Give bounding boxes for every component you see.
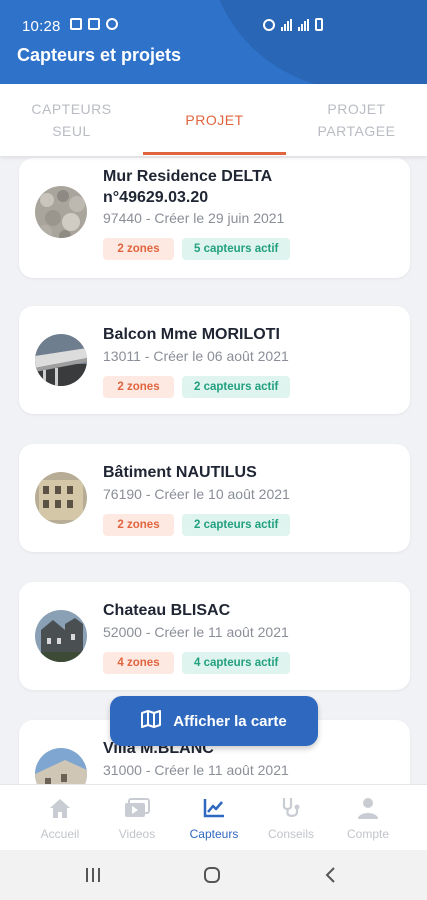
project-name-line1: Mur Residence DELTA xyxy=(103,168,273,185)
project-name: Balcon Mme MORILOTI xyxy=(103,326,280,343)
project-list[interactable]: Mur Residence DELTA n°49629.03.20 97440 … xyxy=(0,156,427,784)
sensors-badge: 2 capteurs actif xyxy=(182,514,291,536)
tab-capteurs-seul[interactable]: CAPTEURS SEUL xyxy=(0,84,143,156)
system-navigation-bar xyxy=(0,850,427,900)
battery-icon xyxy=(315,18,323,31)
show-map-label: Afficher la carte xyxy=(173,712,287,730)
project-subtitle: 76190 - Créer le 10 août 2021 xyxy=(103,486,290,502)
user-icon xyxy=(328,795,408,821)
home-button-icon[interactable] xyxy=(203,866,221,889)
zones-badge: 2 zones xyxy=(103,514,174,536)
project-card[interactable]: Chateau BLISAC 52000 - Créer le 11 août … xyxy=(19,582,410,690)
zones-badge: 4 zones xyxy=(103,652,174,674)
nav-label: Conseils xyxy=(267,827,315,841)
project-subtitle: 13011 - Créer le 06 août 2021 xyxy=(103,348,289,364)
tab-projet-partagee[interactable]: PROJET PARTAGEE xyxy=(286,84,427,156)
project-photo xyxy=(35,186,87,238)
show-map-button[interactable]: Afficher la carte xyxy=(110,696,318,746)
project-name: Chateau BLISAC xyxy=(103,602,231,619)
project-name: Bâtiment NAUTILUS xyxy=(103,464,257,481)
map-icon xyxy=(141,710,162,732)
project-subtitle: 52000 - Créer le 11 août 2021 xyxy=(103,624,289,640)
nav-label: Accueil xyxy=(40,827,80,841)
status-notification-icons xyxy=(70,18,118,30)
project-photo xyxy=(35,748,87,784)
status-bar: 10:28 xyxy=(0,0,427,35)
wifi-signal-icon xyxy=(281,18,292,31)
project-subtitle: 31000 - Créer le 11 août 2021 xyxy=(103,762,289,778)
project-name: Mur Residence DELTA n°49629.03.20 xyxy=(103,166,393,208)
nav-label: Compte xyxy=(346,827,390,841)
nav-label: Videos xyxy=(118,827,156,841)
project-photo xyxy=(35,610,87,662)
cell-signal-icon xyxy=(298,18,309,31)
home-icon xyxy=(20,795,100,821)
alarm-notification-icon xyxy=(106,18,118,30)
tab-bar: CAPTEURS SEUL PROJET PROJET PARTAGEE xyxy=(0,84,427,156)
video-icon xyxy=(97,795,177,821)
project-card[interactable]: Balcon Mme MORILOTI 13011 - Créer le 06 … xyxy=(19,306,410,414)
tab-projet[interactable]: PROJET xyxy=(143,84,286,156)
stethoscope-icon xyxy=(251,795,331,821)
project-photo xyxy=(35,472,87,524)
chart-icon xyxy=(174,795,254,821)
project-card[interactable]: Mur Residence DELTA n°49629.03.20 97440 … xyxy=(19,158,410,278)
sensors-badge: 5 capteurs actif xyxy=(182,238,291,260)
active-tab-indicator xyxy=(143,152,286,155)
page-title: Capteurs et projets xyxy=(17,45,182,65)
gallery-notification-icon xyxy=(88,18,100,30)
recent-apps-icon[interactable] xyxy=(84,867,102,888)
status-system-icons xyxy=(263,18,323,31)
sensors-badge: 2 capteurs actif xyxy=(182,376,291,398)
nav-compte[interactable]: Compte xyxy=(328,795,408,841)
back-icon[interactable] xyxy=(324,866,336,889)
project-name-line2: n°49629.03.20 xyxy=(103,189,209,206)
status-time: 10:28 xyxy=(22,18,61,35)
bottom-navigation: Accueil Videos Capteurs Conseils Compte xyxy=(0,784,427,850)
sensors-badge: 4 capteurs actif xyxy=(182,652,291,674)
nav-conseils[interactable]: Conseils xyxy=(251,795,331,841)
project-photo xyxy=(35,334,87,386)
tab-label-line1: PROJET xyxy=(327,101,386,117)
nav-accueil[interactable]: Accueil xyxy=(20,795,100,841)
tab-label-line2: PARTAGEE xyxy=(317,123,396,139)
nav-label: Capteurs xyxy=(189,827,239,841)
project-card[interactable]: Bâtiment NAUTILUS 76190 - Créer le 10 ao… xyxy=(19,444,410,552)
nav-capteurs[interactable]: Capteurs xyxy=(174,795,254,841)
tab-label-line1: CAPTEURS xyxy=(31,101,112,117)
zones-badge: 2 zones xyxy=(103,376,174,398)
project-subtitle: 97440 - Créer le 29 juin 2021 xyxy=(103,210,285,226)
alarm-icon xyxy=(263,18,275,31)
zones-badge: 2 zones xyxy=(103,238,174,260)
image-notification-icon xyxy=(70,18,82,30)
tab-label-line1: PROJET xyxy=(185,112,244,128)
nav-videos[interactable]: Videos xyxy=(97,795,177,841)
app-header: 10:28 Capteurs et projets xyxy=(0,0,427,84)
tab-label-line2: SEUL xyxy=(52,123,91,139)
